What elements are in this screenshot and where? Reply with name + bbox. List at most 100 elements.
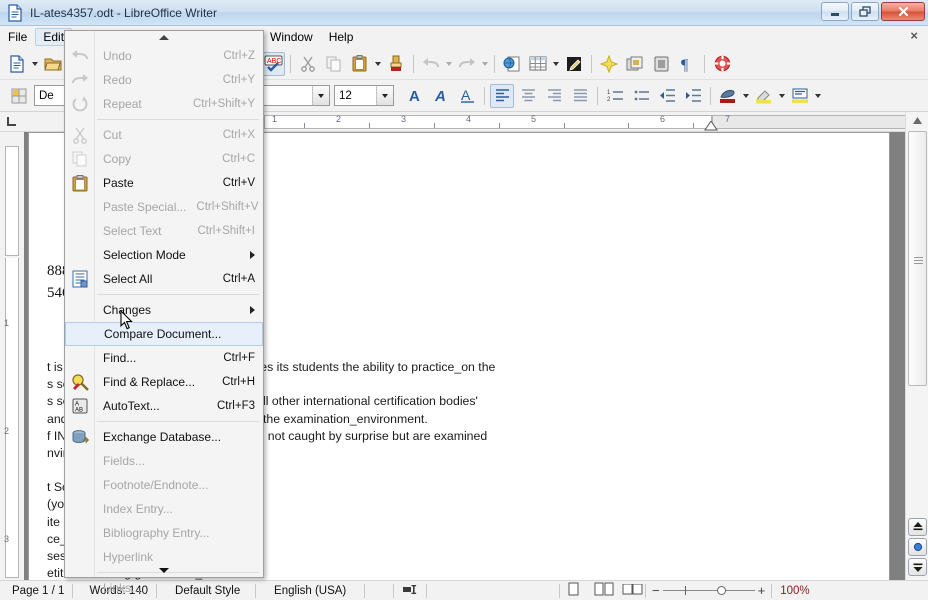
menu-item-copy[interactable]: Copy Ctrl+C — [65, 147, 263, 171]
minimize-button[interactable] — [821, 2, 849, 21]
book-view-icon[interactable] — [620, 582, 645, 599]
align-center-icon[interactable] — [516, 84, 540, 108]
spelling-icon[interactable]: ABC — [261, 51, 285, 76]
zoom-track[interactable] — [662, 586, 755, 595]
menu-help[interactable]: Help — [321, 28, 362, 46]
menu-item-select-text[interactable]: Select Text Ctrl+Shift+I — [65, 219, 263, 243]
zoom-out-button[interactable]: − — [652, 583, 660, 598]
vertical-ruler[interactable]: 1 2 3 — [0, 132, 24, 580]
help-icon[interactable] — [710, 52, 734, 76]
cut-icon[interactable] — [296, 52, 320, 76]
background-color-icon[interactable] — [788, 84, 812, 108]
navigation-button[interactable] — [908, 538, 927, 556]
menu-item-links[interactable]: Links... — [65, 576, 263, 600]
undo-icon — [70, 46, 90, 66]
italic-icon[interactable]: A — [429, 84, 453, 108]
new-document-dropdown[interactable] — [30, 52, 40, 76]
font-name-dropdown-arrow[interactable] — [312, 86, 329, 105]
next-page-button[interactable] — [908, 558, 927, 576]
new-document-icon[interactable] — [5, 52, 29, 76]
menu-item-index-entry[interactable]: Index Entry... — [65, 497, 263, 521]
increase-indent-icon[interactable] — [681, 84, 705, 108]
menu-item-selection-mode[interactable]: Selection Mode — [65, 243, 263, 267]
restore-button[interactable] — [851, 2, 879, 21]
menu-item-exchange-database[interactable]: Exchange Database... — [65, 425, 263, 449]
menu-item-label: Paste — [103, 176, 134, 190]
status-language[interactable]: English (USA) — [256, 585, 364, 597]
menu-window[interactable]: Window — [262, 28, 321, 46]
font-size-dropdown-arrow[interactable] — [376, 86, 393, 105]
edit-menu-popup[interactable]: Undo Ctrl+Z Redo Ctrl+Y Repeat Ctrl+Shift+Y Cu… — [64, 30, 264, 595]
menu-item-find-replace[interactable]: Find & Replace... Ctrl+H — [65, 370, 263, 394]
menu-item-autotext[interactable]: A AB AutoText... Ctrl+F3 — [65, 394, 263, 418]
menu-item-paste-special[interactable]: Paste Special... Ctrl+Shift+V — [65, 195, 263, 219]
selection-mode-icon[interactable] — [394, 584, 426, 598]
hyperlink-icon[interactable] — [500, 52, 524, 76]
menu-item-repeat[interactable]: Repeat Ctrl+Shift+Y — [65, 92, 263, 116]
page-preview-icon[interactable] — [649, 52, 673, 76]
scrollbar-thumb[interactable] — [908, 131, 927, 386]
decrease-indent-icon[interactable] — [655, 84, 679, 108]
previous-page-button[interactable] — [908, 518, 927, 536]
close-document-icon[interactable]: × — [910, 28, 918, 43]
menu-item-changes[interactable]: Changes — [65, 298, 263, 322]
navigator-icon[interactable] — [623, 52, 647, 76]
undo-icon[interactable] — [419, 52, 443, 76]
menu-item-redo[interactable]: Redo Ctrl+Y — [65, 68, 263, 92]
tab-stop-selector[interactable] — [6, 116, 18, 131]
bold-icon[interactable]: A — [403, 84, 427, 108]
align-right-icon[interactable] — [542, 84, 566, 108]
vertical-scrollbar[interactable] — [905, 112, 928, 580]
clone-formatting-icon[interactable] — [384, 52, 408, 76]
formatting-marks-icon[interactable]: ¶ — [675, 52, 699, 76]
paragraph-style-icon[interactable] — [7, 84, 31, 108]
font-size-combo[interactable]: 12 — [334, 85, 394, 106]
menu-item-find[interactable]: Find... Ctrl+F — [65, 346, 263, 370]
menu-item-bibliography-entry[interactable]: Bibliography Entry... — [65, 521, 263, 545]
redo-dropdown[interactable] — [480, 52, 490, 76]
table-dropdown[interactable] — [551, 52, 561, 76]
close-button[interactable] — [881, 2, 925, 21]
justified-icon[interactable] — [568, 84, 592, 108]
scroll-up-arrow[interactable] — [906, 112, 928, 129]
zoom-slider[interactable]: − + — [646, 583, 771, 598]
zoom-in-button[interactable]: + — [758, 583, 766, 598]
copy-icon[interactable] — [322, 52, 346, 76]
open-icon[interactable] — [41, 52, 65, 76]
menu-item-cut[interactable]: Cut Ctrl+X — [65, 123, 263, 147]
paste-dropdown[interactable] — [373, 52, 383, 76]
ordered-list-icon[interactable]: 12 — [603, 84, 627, 108]
unordered-list-icon[interactable] — [629, 84, 653, 108]
single-page-view-icon[interactable] — [560, 582, 588, 599]
highlighting-color-icon[interactable] — [752, 84, 776, 108]
menu-item-compare-document[interactable]: Compare Document... — [65, 322, 263, 346]
autotext-icon: A AB — [70, 396, 90, 416]
menu-item-footnote-endnote[interactable]: Footnote/Endnote... — [65, 473, 263, 497]
redo-icon[interactable] — [455, 52, 479, 76]
align-left-icon[interactable] — [490, 83, 514, 108]
font-color-icon[interactable] — [716, 84, 740, 108]
font-color-dropdown[interactable] — [741, 84, 751, 108]
zoom-value[interactable]: 100% — [772, 585, 817, 597]
menu-item-undo[interactable]: Undo Ctrl+Z — [65, 44, 263, 68]
status-page[interactable]: Page 1 / 1 — [0, 585, 72, 597]
menu-scroll-down-icon[interactable] — [65, 564, 263, 577]
undo-dropdown[interactable] — [444, 52, 454, 76]
navigation-buttons — [908, 518, 927, 578]
paste-icon[interactable] — [348, 52, 372, 76]
multi-page-view-icon[interactable] — [588, 582, 620, 599]
highlighting-color-dropdown[interactable] — [777, 84, 787, 108]
zoom-handle[interactable] — [716, 586, 726, 595]
indent-marker[interactable] — [704, 120, 718, 131]
table-icon[interactable] — [526, 52, 550, 76]
menu-scroll-up-icon[interactable] — [65, 31, 263, 44]
underline-icon[interactable]: A — [455, 84, 479, 108]
database-icon — [70, 427, 90, 447]
menu-item-fields[interactable]: Fields... — [65, 449, 263, 473]
menu-item-paste[interactable]: Paste Ctrl+V — [65, 171, 263, 195]
menu-file[interactable]: File — [0, 28, 35, 46]
draw-functions-icon[interactable] — [562, 52, 586, 76]
gallery-icon[interactable] — [597, 52, 621, 76]
menu-item-select-all[interactable]: Select All Ctrl+A — [65, 267, 263, 291]
background-color-dropdown[interactable] — [813, 84, 823, 108]
